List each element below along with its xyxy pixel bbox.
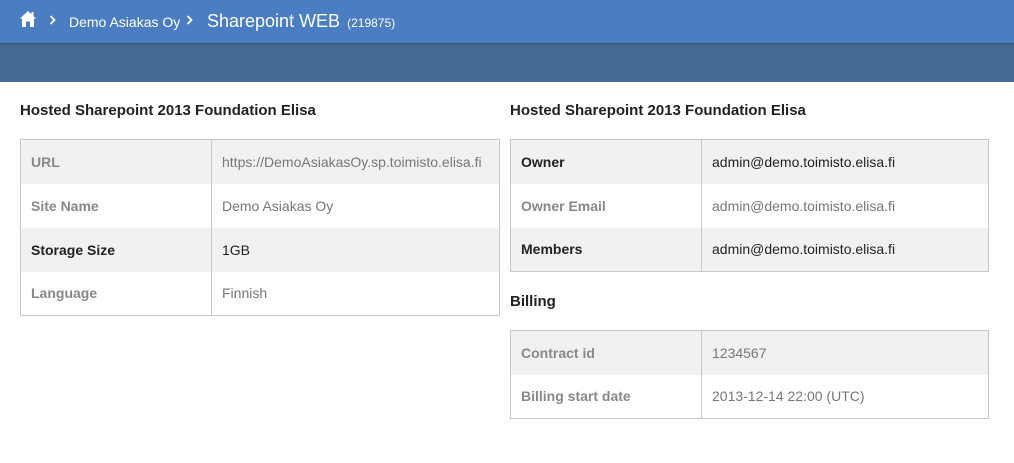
breadcrumb-customer-link[interactable]: Demo Asiakas Oy [69, 14, 180, 30]
row-key: Owner [510, 139, 702, 184]
table-row: Language Finnish [20, 271, 500, 316]
right-section-title: Hosted Sharepoint 2013 Foundation Elisa [510, 102, 806, 119]
row-key: Site Name [20, 183, 212, 228]
top-navigation-bar: Demo Asiakas Oy Sharepoint WEB (219875) [0, 0, 1014, 43]
service-name: Sharepoint WEB [207, 11, 341, 31]
ownership-table: Owner admin@demo.toimisto.elisa.fi Owner… [510, 139, 989, 272]
row-value: admin@demo.toimisto.elisa.fi [701, 227, 989, 272]
row-key: Owner Email [510, 183, 702, 228]
table-row: URL https://DemoAsiakasOy.sp.toimisto.el… [20, 139, 500, 184]
row-value: https://DemoAsiakasOy.sp.toimisto.elisa.… [211, 139, 500, 184]
row-value: admin@demo.toimisto.elisa.fi [701, 139, 989, 184]
row-key: Storage Size [20, 227, 212, 272]
table-row: Site Name Demo Asiakas Oy [20, 183, 500, 228]
row-key: Contract id [510, 330, 702, 375]
chevron-right-icon [186, 13, 194, 27]
table-row: Billing start date 2013-12-14 22:00 (UTC… [510, 374, 989, 419]
row-key: Members [510, 227, 702, 272]
row-value: admin@demo.toimisto.elisa.fi [701, 183, 989, 228]
billing-section-title: Billing [510, 293, 556, 310]
sub-toolbar [0, 43, 1014, 82]
row-key: Language [20, 271, 212, 316]
row-value: Demo Asiakas Oy [211, 183, 500, 228]
chevron-right-icon [49, 13, 57, 27]
row-value: 1GB [211, 227, 500, 272]
service-details-table: URL https://DemoAsiakasOy.sp.toimisto.el… [20, 139, 500, 316]
row-value: 2013-12-14 22:00 (UTC) [701, 374, 989, 419]
table-row: Members admin@demo.toimisto.elisa.fi [510, 227, 989, 272]
table-row: Storage Size 1GB [20, 227, 500, 272]
table-row: Owner Email admin@demo.toimisto.elisa.fi [510, 183, 989, 228]
service-id: (219875) [347, 16, 396, 30]
row-key: URL [20, 139, 212, 184]
row-key: Billing start date [510, 374, 702, 419]
billing-table: Contract id 1234567 Billing start date 2… [510, 330, 989, 419]
table-row: Owner admin@demo.toimisto.elisa.fi [510, 139, 989, 184]
row-value: 1234567 [701, 330, 989, 375]
page-title: Sharepoint WEB (219875) [207, 11, 395, 32]
left-section-title: Hosted Sharepoint 2013 Foundation Elisa [20, 102, 316, 119]
row-value: Finnish [211, 271, 500, 316]
table-row: Contract id 1234567 [510, 330, 989, 375]
home-icon[interactable] [19, 10, 37, 28]
